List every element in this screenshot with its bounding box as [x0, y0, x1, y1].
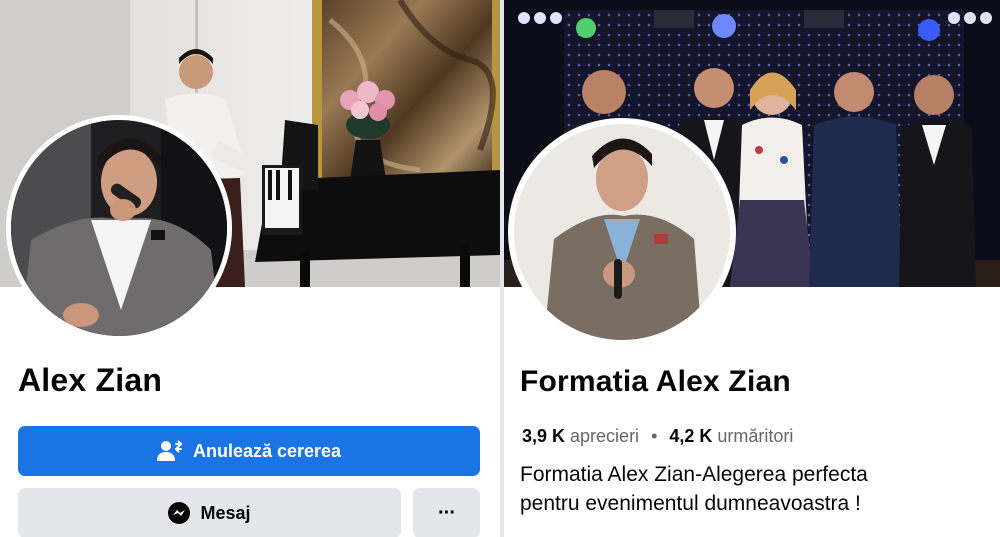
message-button[interactable]: Mesaj	[18, 488, 401, 537]
messenger-icon	[168, 502, 191, 524]
followers-label[interactable]: urmăritori	[717, 426, 793, 447]
message-label: Mesaj	[200, 502, 251, 523]
page-stats: 3,9 K aprecieri • 4,2 K urmăritori	[522, 426, 793, 447]
profile-picture-ring[interactable]	[6, 115, 232, 341]
followers-count: 4,2 K	[669, 426, 713, 446]
page-profile-picture-ring[interactable]	[508, 118, 736, 346]
profile-picture	[11, 120, 227, 336]
page-profile-picture-singer-image	[514, 124, 730, 340]
page-name: Formatia Alex Zian	[520, 365, 791, 398]
likes-count: 3,9 K	[522, 426, 566, 446]
likes-label[interactable]: aprecieri	[570, 426, 639, 447]
more-dots-icon: ···	[438, 501, 456, 524]
page-description-line-2: pentru evenimentul dumneavoastra !	[520, 492, 861, 515]
page-profile-panel: Formatia Alex Zian 3,9 K aprecieri • 4,2…	[504, 0, 1000, 537]
person-cancel-request-icon	[156, 440, 183, 462]
cancel-request-label: Anulează cererea	[192, 440, 342, 461]
page-description: Formatia Alex Zian-Alegerea perfecta pen…	[520, 460, 868, 518]
cancel-request-button[interactable]: Anulează cererea	[18, 426, 480, 476]
profile-name: Alex Zian	[18, 362, 163, 398]
more-options-button[interactable]: ···	[413, 488, 480, 537]
personal-profile-panel: Alex Zian Anulează cererea Mesaj ···	[0, 0, 500, 537]
page-profile-picture	[514, 124, 730, 340]
page-description-line-1: Formatia Alex Zian-Alegerea perfecta	[520, 463, 868, 486]
profile-picture-singer-image	[11, 120, 227, 336]
stats-separator: •	[651, 426, 658, 446]
